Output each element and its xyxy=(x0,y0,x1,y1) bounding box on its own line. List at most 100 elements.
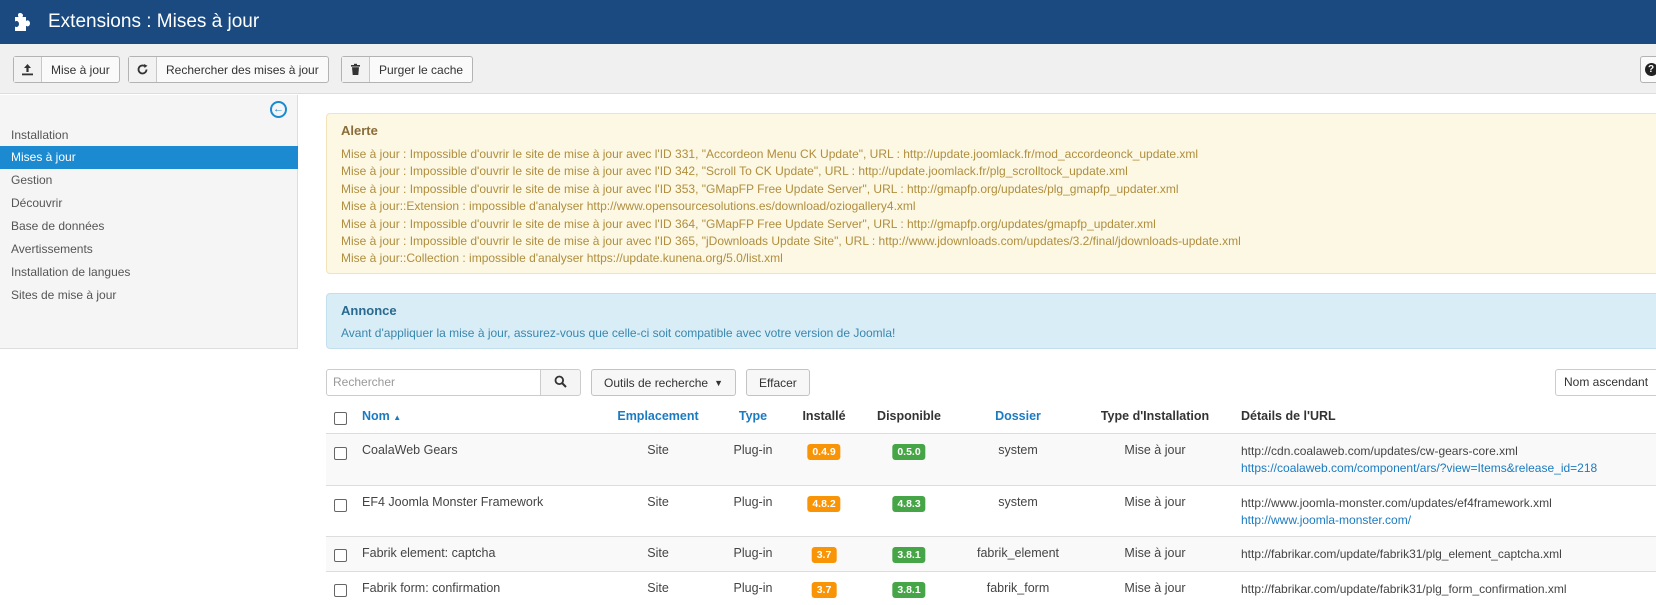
question-icon: ? xyxy=(1644,63,1656,76)
notice-title: Annonce xyxy=(341,303,397,318)
available-version-badge: 0.5.0 xyxy=(892,444,926,460)
row-checkbox[interactable] xyxy=(334,447,347,460)
folder-cell: fabrik_form xyxy=(986,581,1050,595)
url-details-cell: http://www.joomla-monster.com/updates/ef… xyxy=(1241,495,1552,529)
extension-name: Fabrik form: confirmation xyxy=(362,581,501,595)
sidebar-item-manage[interactable]: Gestion xyxy=(0,169,298,192)
help-button[interactable]: ? xyxy=(1640,56,1656,83)
sidebar-item-installation[interactable]: Installation xyxy=(0,124,298,147)
install-type-cell: Mise à jour xyxy=(1124,495,1186,509)
alert-messages: Mise à jour : Impossible d'ouvrir le sit… xyxy=(341,146,1241,268)
table-row: Fabrik element: captcha Site Plug-in 3.7… xyxy=(326,537,1656,572)
install-type-cell: Mise à jour xyxy=(1124,443,1186,457)
install-type-cell: Mise à jour xyxy=(1124,581,1186,595)
table-row: EF4 Joomla Monster Framework Site Plug-i… xyxy=(326,486,1656,537)
extension-name: CoalaWeb Gears xyxy=(362,443,458,457)
installed-version-badge: 3.7 xyxy=(811,582,837,598)
column-install-type: Type d'Installation xyxy=(1100,409,1210,423)
toolbar: Mise à jour Rechercher des mises à jour … xyxy=(0,44,1656,94)
sidebar-item-updates[interactable]: Mises à jour xyxy=(0,146,298,169)
sidebar-item-install-languages[interactable]: Installation de langues xyxy=(0,261,298,284)
search-tools-button[interactable]: Outils de recherche ▼ xyxy=(591,369,736,396)
sort-asc-icon: ▲ xyxy=(393,413,402,422)
alert-title: Alerte xyxy=(341,123,378,138)
location-cell: Site xyxy=(647,443,669,457)
url-details-cell: http://fabrikar.com/update/fabrik31/plg_… xyxy=(1241,581,1567,598)
column-type[interactable]: Type xyxy=(739,409,767,423)
alert-message: Mise à jour : Impossible d'ouvrir le sit… xyxy=(341,181,1179,196)
find-updates-button-label: Rechercher des mises à jour xyxy=(166,62,319,77)
sidebar: ← Installation Mises à jour Gestion Déco… xyxy=(0,95,298,349)
update-url: http://fabrikar.com/update/fabrik31/plg_… xyxy=(1241,582,1567,596)
row-checkbox[interactable] xyxy=(334,584,347,597)
puzzle-icon xyxy=(12,11,34,33)
sidebar-item-update-sites[interactable]: Sites de mise à jour xyxy=(0,284,298,307)
location-cell: Site xyxy=(647,546,669,560)
search-tools-label: Outils de recherche xyxy=(604,375,709,390)
update-url: http://fabrikar.com/update/fabrik31/plg_… xyxy=(1241,547,1562,561)
installed-version-badge: 3.7 xyxy=(811,547,837,563)
type-cell: Plug-in xyxy=(733,546,773,560)
column-available: Disponible xyxy=(877,409,941,423)
extension-name: EF4 Joomla Monster Framework xyxy=(362,495,544,509)
info-link[interactable]: http://www.joomla-monster.com/ xyxy=(1241,512,1552,529)
type-cell: Plug-in xyxy=(733,581,773,595)
purge-cache-button-label: Purger le cache xyxy=(379,62,464,77)
update-url: http://cdn.coalaweb.com/updates/cw-gears… xyxy=(1241,444,1518,458)
search-icon xyxy=(554,375,567,391)
column-name-label: Nom xyxy=(362,409,390,423)
installed-version-badge: 4.8.2 xyxy=(807,496,841,512)
info-link[interactable]: https://coalaweb.com/component/ars/?view… xyxy=(1241,460,1597,477)
update-button[interactable]: Mise à jour xyxy=(13,56,120,83)
available-version-badge: 4.8.3 xyxy=(892,496,926,512)
row-checkbox[interactable] xyxy=(334,499,347,512)
location-cell: Site xyxy=(647,495,669,509)
alert-message: Mise à jour : Impossible d'ouvrir le sit… xyxy=(341,164,1128,179)
extension-name: Fabrik element: captcha xyxy=(362,546,496,560)
folder-cell: system xyxy=(998,443,1038,457)
url-details-cell: http://cdn.coalaweb.com/updates/cw-gears… xyxy=(1241,443,1597,477)
notice-message: Avant d'appliquer la mise à jour, assure… xyxy=(341,326,896,340)
trash-icon xyxy=(342,57,370,82)
alert-message: Mise à jour : Impossible d'ouvrir le sit… xyxy=(341,216,1156,231)
column-folder[interactable]: Dossier xyxy=(995,409,1041,423)
column-url-details: Détails de l'URL xyxy=(1241,409,1336,423)
search-button[interactable] xyxy=(540,369,581,396)
sidebar-item-database[interactable]: Base de données xyxy=(0,215,298,238)
search-input[interactable]: Rechercher xyxy=(326,369,541,396)
available-version-badge: 3.8.1 xyxy=(892,547,926,563)
row-checkbox[interactable] xyxy=(334,549,347,562)
url-details-cell: http://fabrikar.com/update/fabrik31/plg_… xyxy=(1241,546,1562,563)
caret-down-icon: ▼ xyxy=(714,377,723,388)
location-cell: Site xyxy=(647,581,669,595)
alert-message: Mise à jour::Collection : impossible d'a… xyxy=(341,251,783,266)
table-header: Nom ▲ Emplacement Type Installé Disponib… xyxy=(326,400,1656,434)
page-header: Extensions : Mises à jour xyxy=(0,0,1656,44)
alert-message: Mise à jour : Impossible d'ouvrir le sit… xyxy=(341,234,1241,249)
installed-version-badge: 0.4.9 xyxy=(807,444,841,460)
purge-cache-button[interactable]: Purger le cache xyxy=(341,56,474,83)
folder-cell: fabrik_element xyxy=(977,546,1059,560)
type-cell: Plug-in xyxy=(733,495,773,509)
collapse-sidebar-icon[interactable]: ← xyxy=(270,101,287,118)
refresh-icon xyxy=(129,57,157,82)
sidebar-item-discover[interactable]: Découvrir xyxy=(0,192,298,215)
alert-message: Mise à jour : Impossible d'ouvrir le sit… xyxy=(341,147,1199,161)
column-name[interactable]: Nom ▲ xyxy=(362,409,401,423)
install-type-cell: Mise à jour xyxy=(1124,546,1186,560)
update-url: http://www.joomla-monster.com/updates/ef… xyxy=(1241,496,1552,510)
table-row: CoalaWeb Gears Site Plug-in 0.4.9 0.5.0 … xyxy=(326,434,1656,486)
warning-alert: Alerte Mise à jour : Impossible d'ouvrir… xyxy=(326,113,1656,274)
column-installed: Installé xyxy=(802,409,846,423)
available-version-badge: 3.8.1 xyxy=(892,582,926,598)
folder-cell: system xyxy=(998,495,1038,509)
sidebar-item-warnings[interactable]: Avertissements xyxy=(0,238,298,261)
find-updates-button[interactable]: Rechercher des mises à jour xyxy=(128,56,329,83)
select-all-checkbox[interactable] xyxy=(334,412,347,425)
table-row: Fabrik form: confirmation Site Plug-in 3… xyxy=(326,572,1656,605)
sort-select[interactable]: Nom ascendant xyxy=(1555,369,1656,396)
clear-button[interactable]: Effacer xyxy=(746,369,810,396)
type-cell: Plug-in xyxy=(733,443,773,457)
page-title: Extensions : Mises à jour xyxy=(48,11,260,32)
column-location[interactable]: Emplacement xyxy=(617,409,698,423)
